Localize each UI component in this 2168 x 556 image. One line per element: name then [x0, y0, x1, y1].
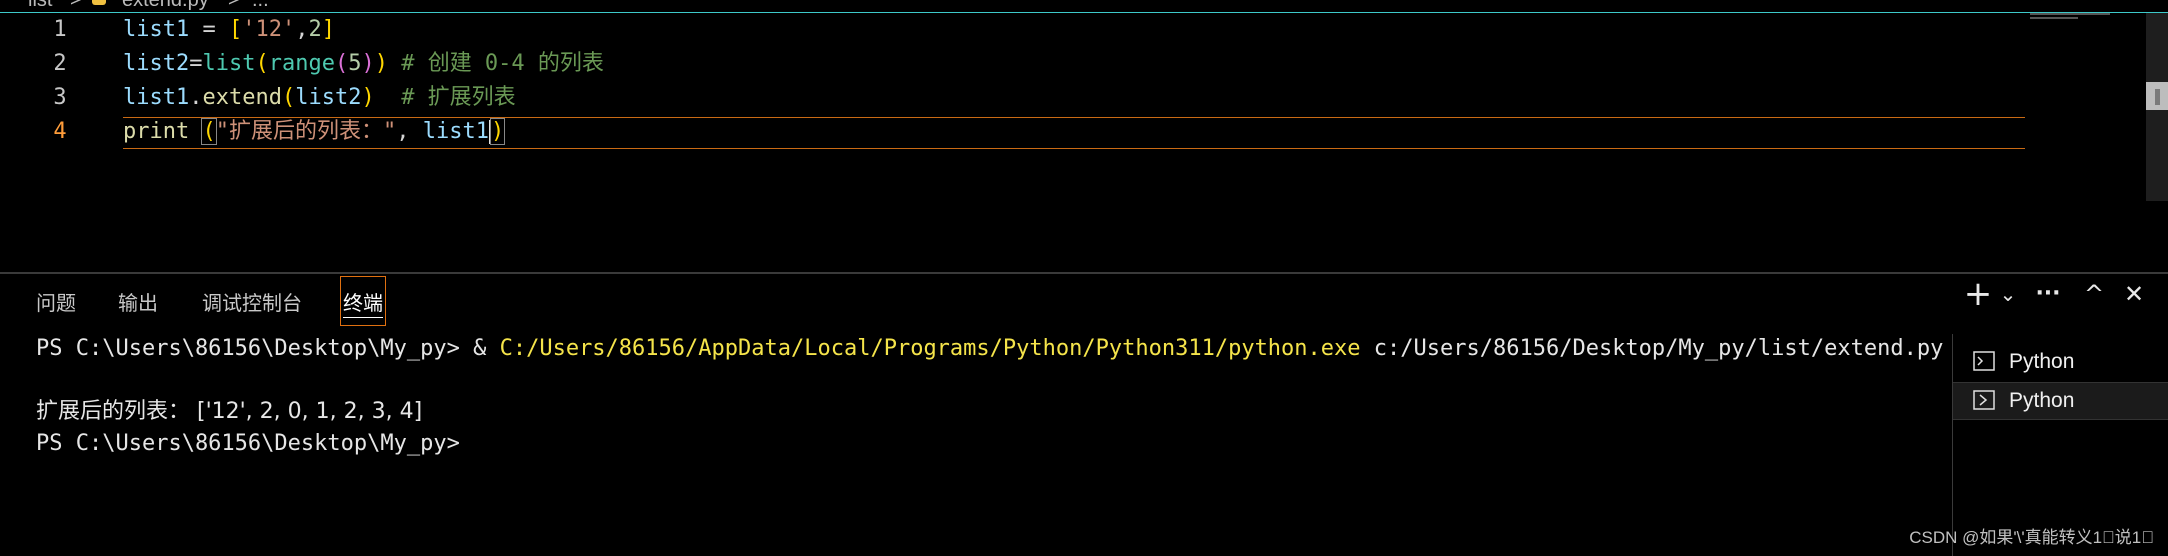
code-text[interactable]: list2=list(range(5)) # 创建 0-4 的列表 [123, 47, 604, 81]
code-line[interactable]: 2 list2=list(range(5)) # 创建 0-4 的列表 [0, 47, 2040, 81]
line-number: 3 [53, 85, 67, 110]
breadcrumb-separator: > [228, 0, 240, 11]
breadcrumb-file[interactable]: extend.py [122, 0, 209, 12]
terminal-output[interactable]: PS C:\Users\86156\Desktop\My_py> & C:/Us… [0, 334, 1950, 554]
python-file-icon [92, 0, 106, 5]
watermark: CSDN @如果'\'真能转义1 说1  [1909, 528, 2154, 547]
code-line[interactable]: 3 list1.extend(list2) # 扩展列表 [0, 81, 2040, 115]
breadcrumb-more[interactable]: ... [252, 0, 269, 12]
breadcrumb-separator: > [70, 0, 82, 11]
terminal-icon [1973, 390, 1995, 410]
terminal-list-item-selected[interactable]: Python [1953, 382, 2168, 420]
minimap[interactable] [2030, 13, 2110, 21]
more-actions-icon[interactable]: ··· [2030, 274, 2066, 314]
maximize-panel-icon[interactable]: ^ [2076, 274, 2112, 314]
terminal-list-item[interactable]: Python [1953, 344, 2168, 380]
tab-debug-console[interactable]: 调试控制台 [202, 284, 302, 324]
line-number: 2 [53, 51, 67, 76]
breadcrumb-folder[interactable]: list [28, 0, 52, 12]
code-text[interactable]: print ("扩展后的列表：", list1) [123, 115, 506, 149]
terminal-command-line: PS C:\Users\86156\Desktop\My_py> & C:/Us… [36, 336, 1944, 361]
close-panel-icon[interactable]: ✕ [2116, 274, 2152, 314]
terminal-output-line: 扩展后的列表： ['12', 2, 0, 1, 2, 3, 4] [36, 399, 423, 424]
focus-outline [340, 276, 386, 326]
code-line[interactable]: 1 list1 = ['12',2] [0, 13, 2040, 47]
tab-output[interactable]: 输出 [118, 284, 158, 324]
scrollbar-marker [2155, 89, 2160, 105]
tab-terminal[interactable]: 终端 [340, 276, 386, 326]
code-editor[interactable]: 1 list1 = ['12',2] 2 list2=list(range(5)… [0, 13, 2168, 271]
bottom-panel: 问题 输出 调试控制台 终端 + ⌄ ··· ^ ✕ PS C:\Users\8… [0, 272, 2168, 556]
code-text[interactable]: list1 = ['12',2] [123, 13, 335, 47]
code-text[interactable]: list1.extend(list2) # 扩展列表 [123, 81, 516, 115]
chevron-down-icon[interactable]: ⌄ [1996, 274, 2020, 314]
terminal-list-label: Python [2009, 350, 2075, 373]
terminal-icon [1973, 351, 1995, 371]
line-number: 4 [53, 119, 67, 144]
terminal-prompt-line: PS C:\Users\86156\Desktop\My_py> [36, 431, 460, 456]
terminal-list-label: Python [2009, 389, 2075, 412]
line-number: 1 [53, 17, 67, 42]
tab-problems[interactable]: 问题 [36, 284, 76, 324]
code-line-active[interactable]: 4 print ("扩展后的列表：", list1) [0, 115, 2040, 149]
new-terminal-icon[interactable]: + [1958, 274, 1998, 314]
breadcrumb: list > extend.py > ... [0, 0, 2168, 13]
